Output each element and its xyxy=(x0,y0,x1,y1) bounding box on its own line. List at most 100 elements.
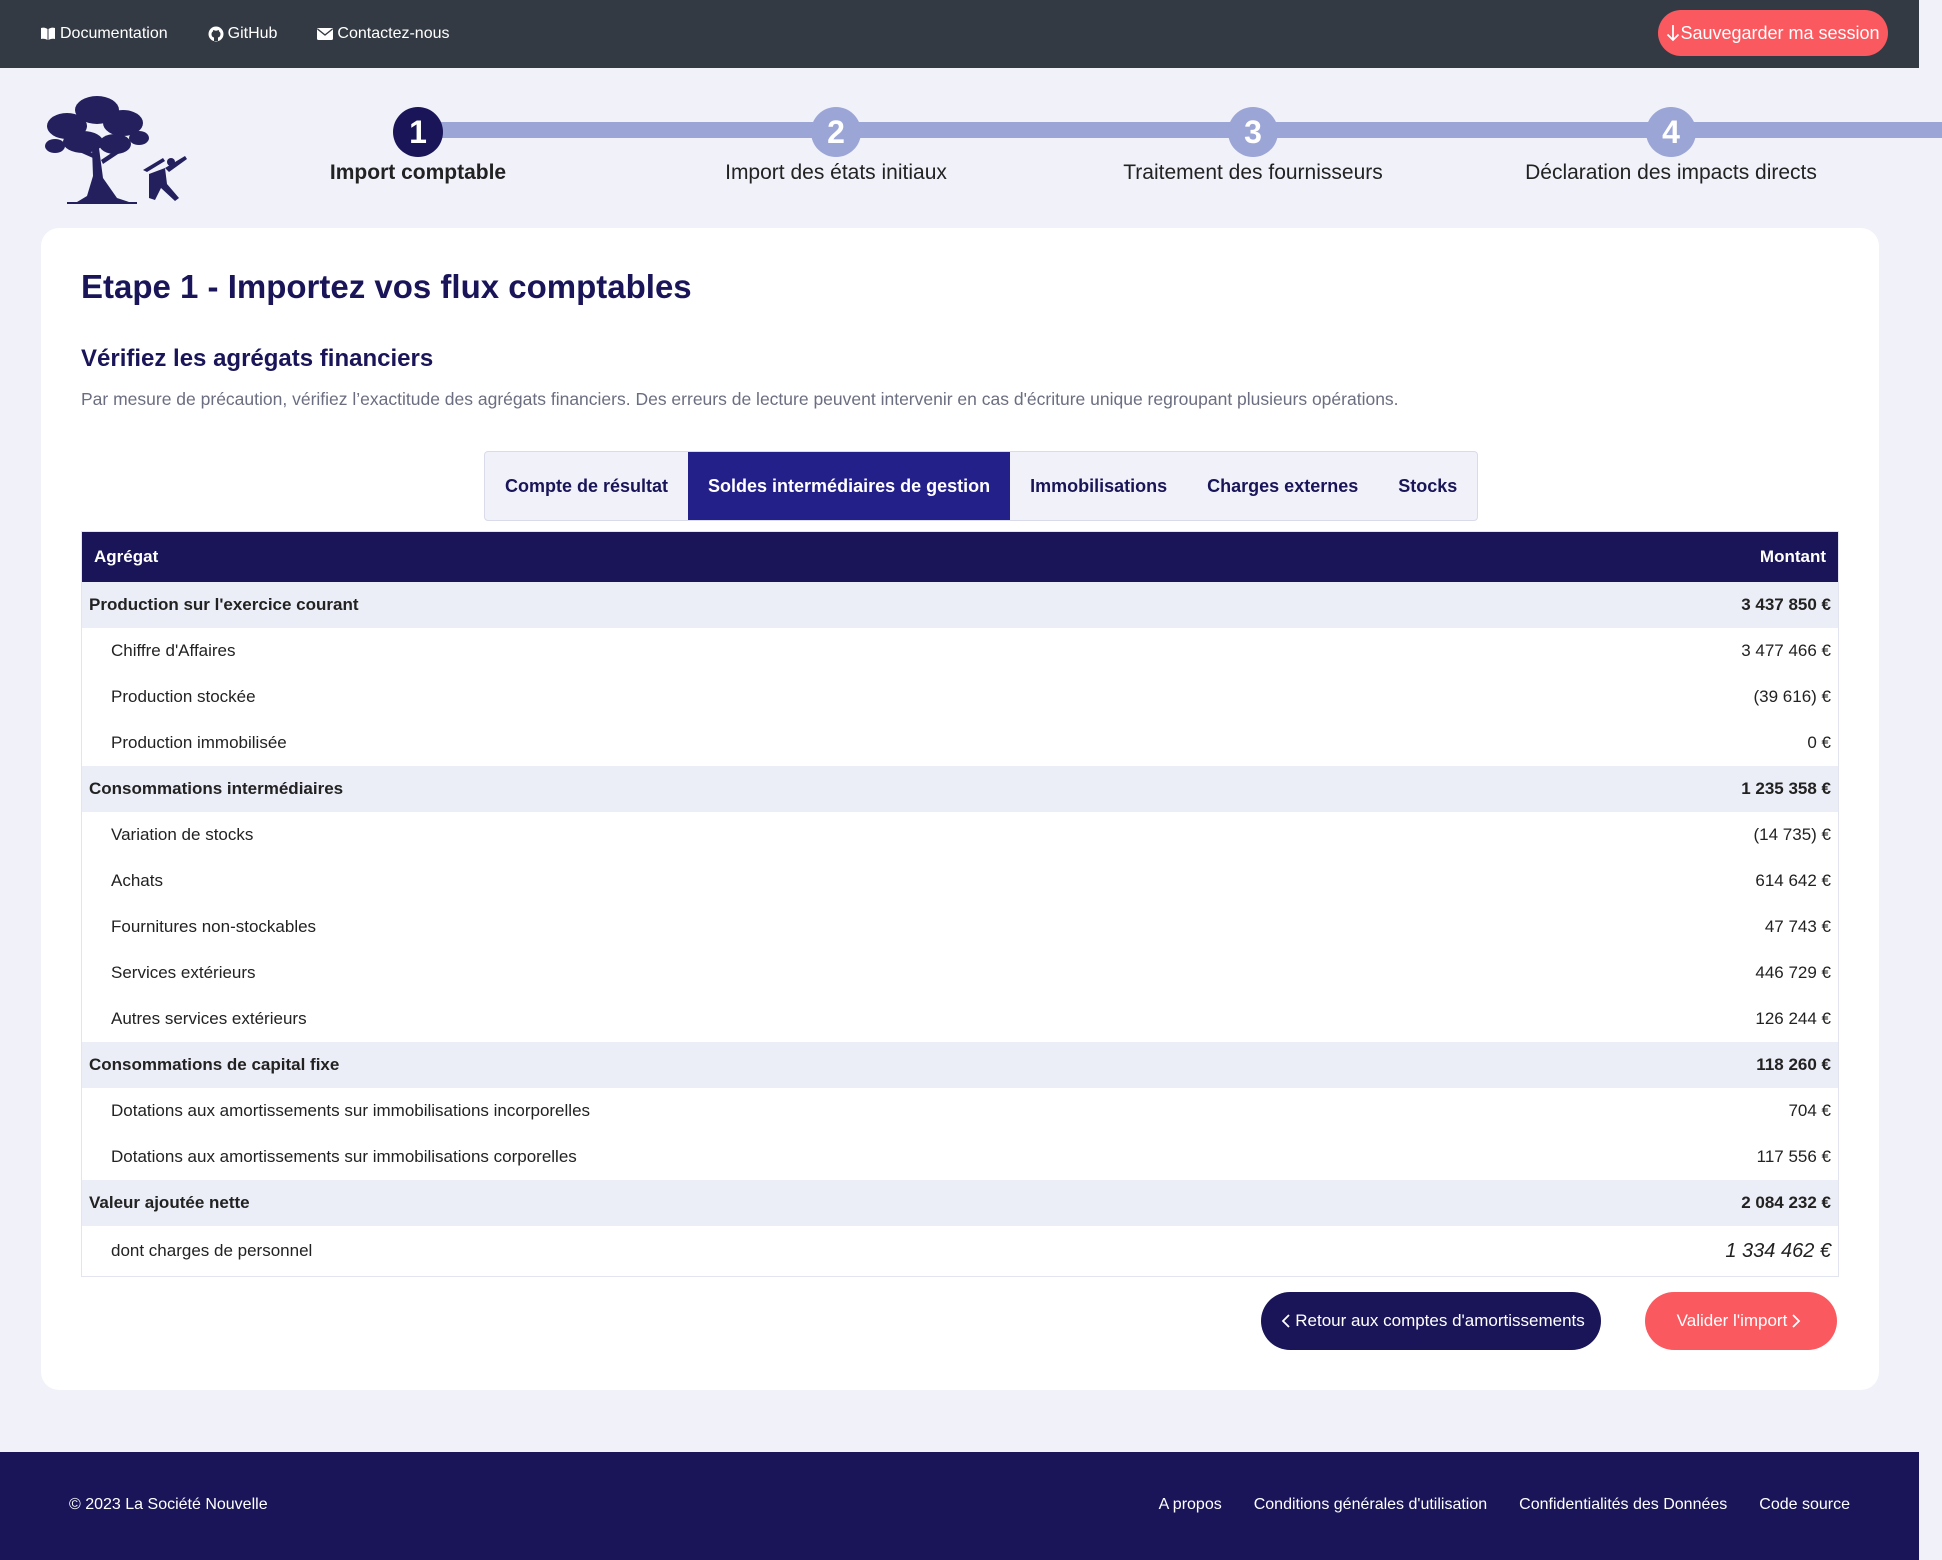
step-2-label: Import des états initiaux xyxy=(725,161,947,184)
row-label: Consommations intermédiaires xyxy=(89,779,344,798)
arrow-down-icon xyxy=(1667,25,1680,42)
back-label: Retour aux comptes d'amortissements xyxy=(1295,1311,1585,1330)
validate-label: Valider l'import xyxy=(1676,1311,1788,1330)
row-label: Dotations aux amortissements sur immobil… xyxy=(111,1147,577,1166)
footer-links: A propos Conditions générales d'utilisat… xyxy=(1127,1496,1850,1514)
page-title: Etape 1 - Importez vos flux comptables xyxy=(81,268,692,305)
row-label: Production sur l'exercice courant xyxy=(89,595,359,614)
step-4-label: Déclaration des impacts directs xyxy=(1525,161,1817,184)
table-body: Production sur l'exercice courant 3 437 8… xyxy=(82,582,1838,1276)
table-row: Variation de stocks (14 735) € xyxy=(82,812,1838,858)
row-amount: 118 260 € xyxy=(1756,1055,1831,1074)
table-row: dont charges de personnel 1 334 462 € xyxy=(82,1226,1838,1276)
tab-stocks[interactable]: Stocks xyxy=(1378,452,1477,520)
github-link[interactable]: GitHub xyxy=(208,25,278,43)
footer-link-terms[interactable]: Conditions générales d'utilisation xyxy=(1254,1496,1487,1514)
row-label: Autres services extérieurs xyxy=(111,1009,307,1028)
step-3-label: Traitement des fournisseurs xyxy=(1123,161,1383,184)
row-label: Production immobilisée xyxy=(111,733,287,752)
tab-charges-externes[interactable]: Charges externes xyxy=(1187,452,1378,520)
logo[interactable] xyxy=(37,88,191,206)
tab-soldes-intermediaires[interactable]: Soldes intermédiaires de gestion xyxy=(688,452,1011,520)
copyright: © 2023 La Société Nouvelle xyxy=(69,1496,268,1513)
row-amount: 117 556 € xyxy=(1756,1147,1831,1166)
table-row: Services extérieurs 446 729 € xyxy=(82,950,1838,996)
footer-link-about[interactable]: A propos xyxy=(1159,1496,1222,1514)
chevron-left-icon xyxy=(1281,1314,1290,1328)
step-1-circle: 1 xyxy=(393,107,443,157)
table-group-row: Valeur ajoutée nette 2 084 232 € xyxy=(82,1180,1838,1226)
step-2[interactable]: 2 Import des états initiaux xyxy=(636,107,1036,185)
row-amount: 446 729 € xyxy=(1755,963,1831,982)
row-amount: 3 437 850 € xyxy=(1741,595,1831,614)
step-4[interactable]: 4 Déclaration des impacts directs xyxy=(1471,107,1871,185)
section-title: Vérifiez les agrégats financiers xyxy=(81,345,434,372)
row-label: Production stockée xyxy=(111,687,256,706)
envelope-icon xyxy=(317,28,334,40)
step-3[interactable]: 3 Traitement des fournisseurs xyxy=(1053,107,1453,185)
step-1-label: Import comptable xyxy=(329,161,507,184)
row-label: Dotations aux amortissements sur immobil… xyxy=(111,1101,591,1120)
row-label: Consommations de capital fixe xyxy=(89,1055,340,1074)
row-amount: 2 084 232 € xyxy=(1741,1193,1831,1212)
tab-immobilisations[interactable]: Immobilisations xyxy=(1010,452,1187,520)
aggregate-tabs: Compte de résultat Soldes intermédiaires… xyxy=(484,451,1479,521)
github-icon xyxy=(208,26,224,42)
row-amount: 1 235 358 € xyxy=(1741,779,1831,798)
table-group-row: Production sur l'exercice courant 3 437 8… xyxy=(82,582,1838,628)
footer-link-privacy[interactable]: Confidentialités des Données xyxy=(1519,1496,1727,1514)
row-amount: (39 616) € xyxy=(1753,687,1832,706)
table-row: Autres services extérieurs 126 244 € xyxy=(82,996,1838,1042)
chevron-right-icon xyxy=(1792,1314,1801,1328)
documentation-label: Documentation xyxy=(60,25,168,42)
row-label: Variation de stocks xyxy=(111,825,254,844)
top-nav: Documentation GitHub Contactez-nous xyxy=(40,0,489,68)
table-row: Dotations aux amortissements sur immobil… xyxy=(82,1134,1838,1180)
table-row: Chiffre d'Affaires 3 477 466 € xyxy=(82,628,1838,674)
row-amount: (14 735) € xyxy=(1753,825,1832,844)
row-amount: 704 € xyxy=(1788,1101,1831,1120)
table-row: Dotations aux amortissements sur immobil… xyxy=(82,1088,1838,1134)
book-icon xyxy=(41,27,55,40)
row-label: Chiffre d'Affaires xyxy=(111,641,236,660)
table-row: Fournitures non-stockables 47 743 € xyxy=(82,904,1838,950)
row-label: dont charges de personnel xyxy=(111,1241,313,1260)
save-session-label: Sauvegarder ma session xyxy=(1680,22,1880,43)
back-to-amortization-button[interactable]: Retour aux comptes d'amortissements xyxy=(1261,1292,1601,1350)
footer-link-source[interactable]: Code source xyxy=(1759,1496,1850,1514)
save-session-button[interactable]: Sauvegarder ma session xyxy=(1658,10,1888,56)
tree-logo-icon xyxy=(45,96,187,204)
row-amount: 47 743 € xyxy=(1764,917,1831,936)
aggregates-table: Agrégat Montant Production sur l'exercic… xyxy=(81,531,1839,1277)
top-bar: Documentation GitHub Contactez-nous Sauv… xyxy=(0,0,1919,68)
row-amount: 614 642 € xyxy=(1755,871,1831,890)
github-label: GitHub xyxy=(227,25,278,42)
table-row: Achats 614 642 € xyxy=(82,858,1838,904)
row-label: Services extérieurs xyxy=(111,963,256,982)
table-row: Production immobilisée 0 € xyxy=(82,720,1838,766)
documentation-link[interactable]: Documentation xyxy=(40,25,168,43)
header-aggregate: Agrégat xyxy=(94,547,159,566)
validate-import-button[interactable]: Valider l'import xyxy=(1645,1292,1837,1350)
header-amount: Montant xyxy=(1759,547,1826,566)
table-header: Agrégat Montant xyxy=(82,532,1838,582)
row-label: Fournitures non-stockables xyxy=(111,917,317,936)
step-1[interactable]: 1 Import comptable xyxy=(218,107,618,185)
row-amount: 1 334 462 € xyxy=(1725,1239,1831,1262)
table-row: Production stockée (39 616) € xyxy=(82,674,1838,720)
step-3-circle: 3 xyxy=(1228,107,1278,157)
section-description: Par mesure de précaution, vérifiez l’exa… xyxy=(81,389,1399,409)
footer: © 2023 La Société Nouvelle A propos Cond… xyxy=(0,1452,1919,1560)
contact-label: Contactez-nous xyxy=(337,25,450,42)
row-label: Valeur ajoutée nette xyxy=(89,1193,250,1212)
step-2-circle: 2 xyxy=(811,107,861,157)
table-group-row: Consommations intermédiaires 1 235 358 € xyxy=(82,766,1838,812)
table-group-row: Consommations de capital fixe 118 260 € xyxy=(82,1042,1838,1088)
step-4-circle: 4 xyxy=(1646,107,1696,157)
main-card: Etape 1 - Importez vos flux comptables V… xyxy=(41,228,1879,1390)
row-amount: 0 € xyxy=(1807,733,1831,752)
tab-compte-de-resultat[interactable]: Compte de résultat xyxy=(485,452,688,520)
row-amount: 3 477 466 € xyxy=(1741,641,1831,660)
contact-link[interactable]: Contactez-nous xyxy=(317,25,449,43)
row-amount: 126 244 € xyxy=(1755,1009,1831,1028)
